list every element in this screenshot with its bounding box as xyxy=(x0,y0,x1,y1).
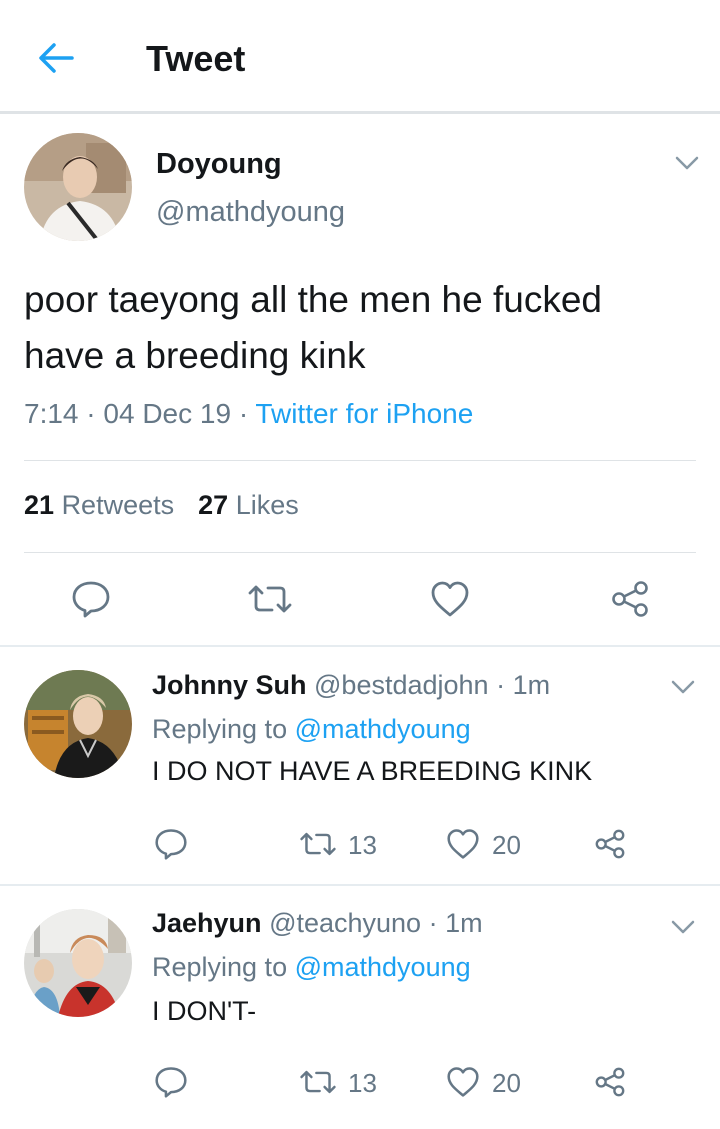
reply-options-button[interactable] xyxy=(670,678,696,696)
reply-header: Johnny Suh @bestdadjohn · 1m xyxy=(152,670,550,701)
retweet-count: 13 xyxy=(348,830,377,860)
heart-icon xyxy=(431,581,469,617)
like-button[interactable] xyxy=(446,828,480,865)
replying-to-label: Replying to xyxy=(152,714,288,744)
author-name[interactable]: Doyoung xyxy=(156,148,282,181)
replying-to-handle[interactable]: @mathdyoung xyxy=(295,714,471,744)
replying-to: Replying to @mathdyoung xyxy=(152,714,471,745)
reply-author-handle[interactable]: @teachyuno xyxy=(269,908,421,938)
chevron-down-icon xyxy=(671,920,695,934)
heart-icon xyxy=(447,1067,479,1097)
reply-button[interactable] xyxy=(71,580,111,623)
tweet-options-button[interactable] xyxy=(674,154,700,172)
meta-separator: · xyxy=(238,398,249,429)
retweet-icon xyxy=(300,832,336,856)
heart-icon xyxy=(447,829,479,859)
tweet-text: poor taeyong all the men he fucked have … xyxy=(24,279,602,376)
reply-button[interactable] xyxy=(154,1066,188,1103)
reply-author-handle[interactable]: @bestdadjohn xyxy=(314,670,489,700)
share-icon xyxy=(612,581,648,617)
reply-options-button[interactable] xyxy=(670,918,696,936)
reply-author-name[interactable]: Johnny Suh xyxy=(152,670,307,700)
like-count: 20 xyxy=(492,830,521,860)
tweet-stats: 21 Retweets 27 Likes xyxy=(24,490,299,521)
retweet-icon xyxy=(300,1070,336,1094)
tweet-time: 7:14 xyxy=(24,398,79,429)
author-handle[interactable]: @mathdyoung xyxy=(156,196,345,229)
reply-time: 1m xyxy=(445,908,483,938)
reply-text: I DO NOT HAVE A BREEDING KINK xyxy=(152,756,593,786)
like-button[interactable] xyxy=(430,580,470,623)
author-avatar[interactable] xyxy=(24,133,132,241)
retweets-label: Retweets xyxy=(61,490,175,520)
share-button[interactable] xyxy=(594,828,626,865)
avatar-photo xyxy=(24,909,132,1017)
share-button[interactable] xyxy=(594,1066,626,1103)
retweet-button[interactable] xyxy=(298,830,338,863)
retweet-icon xyxy=(248,585,292,613)
replying-to-label: Replying to xyxy=(152,952,288,982)
like-button[interactable] xyxy=(446,1066,480,1103)
reply-button[interactable] xyxy=(154,828,188,865)
share-icon xyxy=(595,829,625,859)
section-divider xyxy=(0,884,720,886)
reply-avatar[interactable] xyxy=(24,670,132,778)
arrow-left-icon xyxy=(39,43,74,73)
reply-author-name[interactable]: Jaehyun xyxy=(152,908,262,938)
page-title: Tweet xyxy=(146,38,246,79)
tweet-date: 04 Dec 19 xyxy=(103,398,232,429)
retweet-button[interactable] xyxy=(246,582,294,621)
header-divider xyxy=(0,111,720,114)
reply-header: Jaehyun @teachyuno · 1m xyxy=(152,908,483,939)
retweets-stat[interactable]: 21 Retweets xyxy=(24,490,174,520)
reply-icon xyxy=(155,829,187,860)
reply-avatar[interactable] xyxy=(24,909,132,1017)
divider xyxy=(24,460,696,461)
share-icon xyxy=(595,1067,625,1097)
tweet-source-link[interactable]: Twitter for iPhone xyxy=(255,398,473,429)
reply-time: 1m xyxy=(512,670,551,700)
avatar-photo xyxy=(24,133,132,241)
section-divider xyxy=(0,645,720,647)
share-button[interactable] xyxy=(610,580,650,623)
likes-stat[interactable]: 27 Likes xyxy=(198,490,299,520)
avatar-photo xyxy=(24,670,132,778)
retweet-button[interactable] xyxy=(298,1068,338,1101)
chevron-down-icon xyxy=(675,156,699,170)
retweet-count: 13 xyxy=(348,1068,377,1098)
likes-count: 27 xyxy=(198,490,229,520)
divider xyxy=(24,552,696,553)
replying-to: Replying to @mathdyoung xyxy=(152,952,471,983)
tweet-meta: 7:14 · 04 Dec 19 · Twitter for iPhone xyxy=(24,398,473,430)
reply-separator: · xyxy=(496,670,506,700)
meta-separator: · xyxy=(86,398,96,429)
app-header xyxy=(0,0,720,112)
reply-icon xyxy=(155,1067,187,1098)
back-button[interactable] xyxy=(36,40,76,76)
retweets-count: 21 xyxy=(24,490,55,520)
like-count: 20 xyxy=(492,1068,521,1098)
reply-text: I DON'T- xyxy=(152,996,257,1026)
reply-icon xyxy=(72,581,110,618)
reply-separator: · xyxy=(428,908,438,938)
chevron-down-icon xyxy=(671,680,695,694)
likes-label: Likes xyxy=(235,490,299,520)
replying-to-handle[interactable]: @mathdyoung xyxy=(295,952,471,982)
